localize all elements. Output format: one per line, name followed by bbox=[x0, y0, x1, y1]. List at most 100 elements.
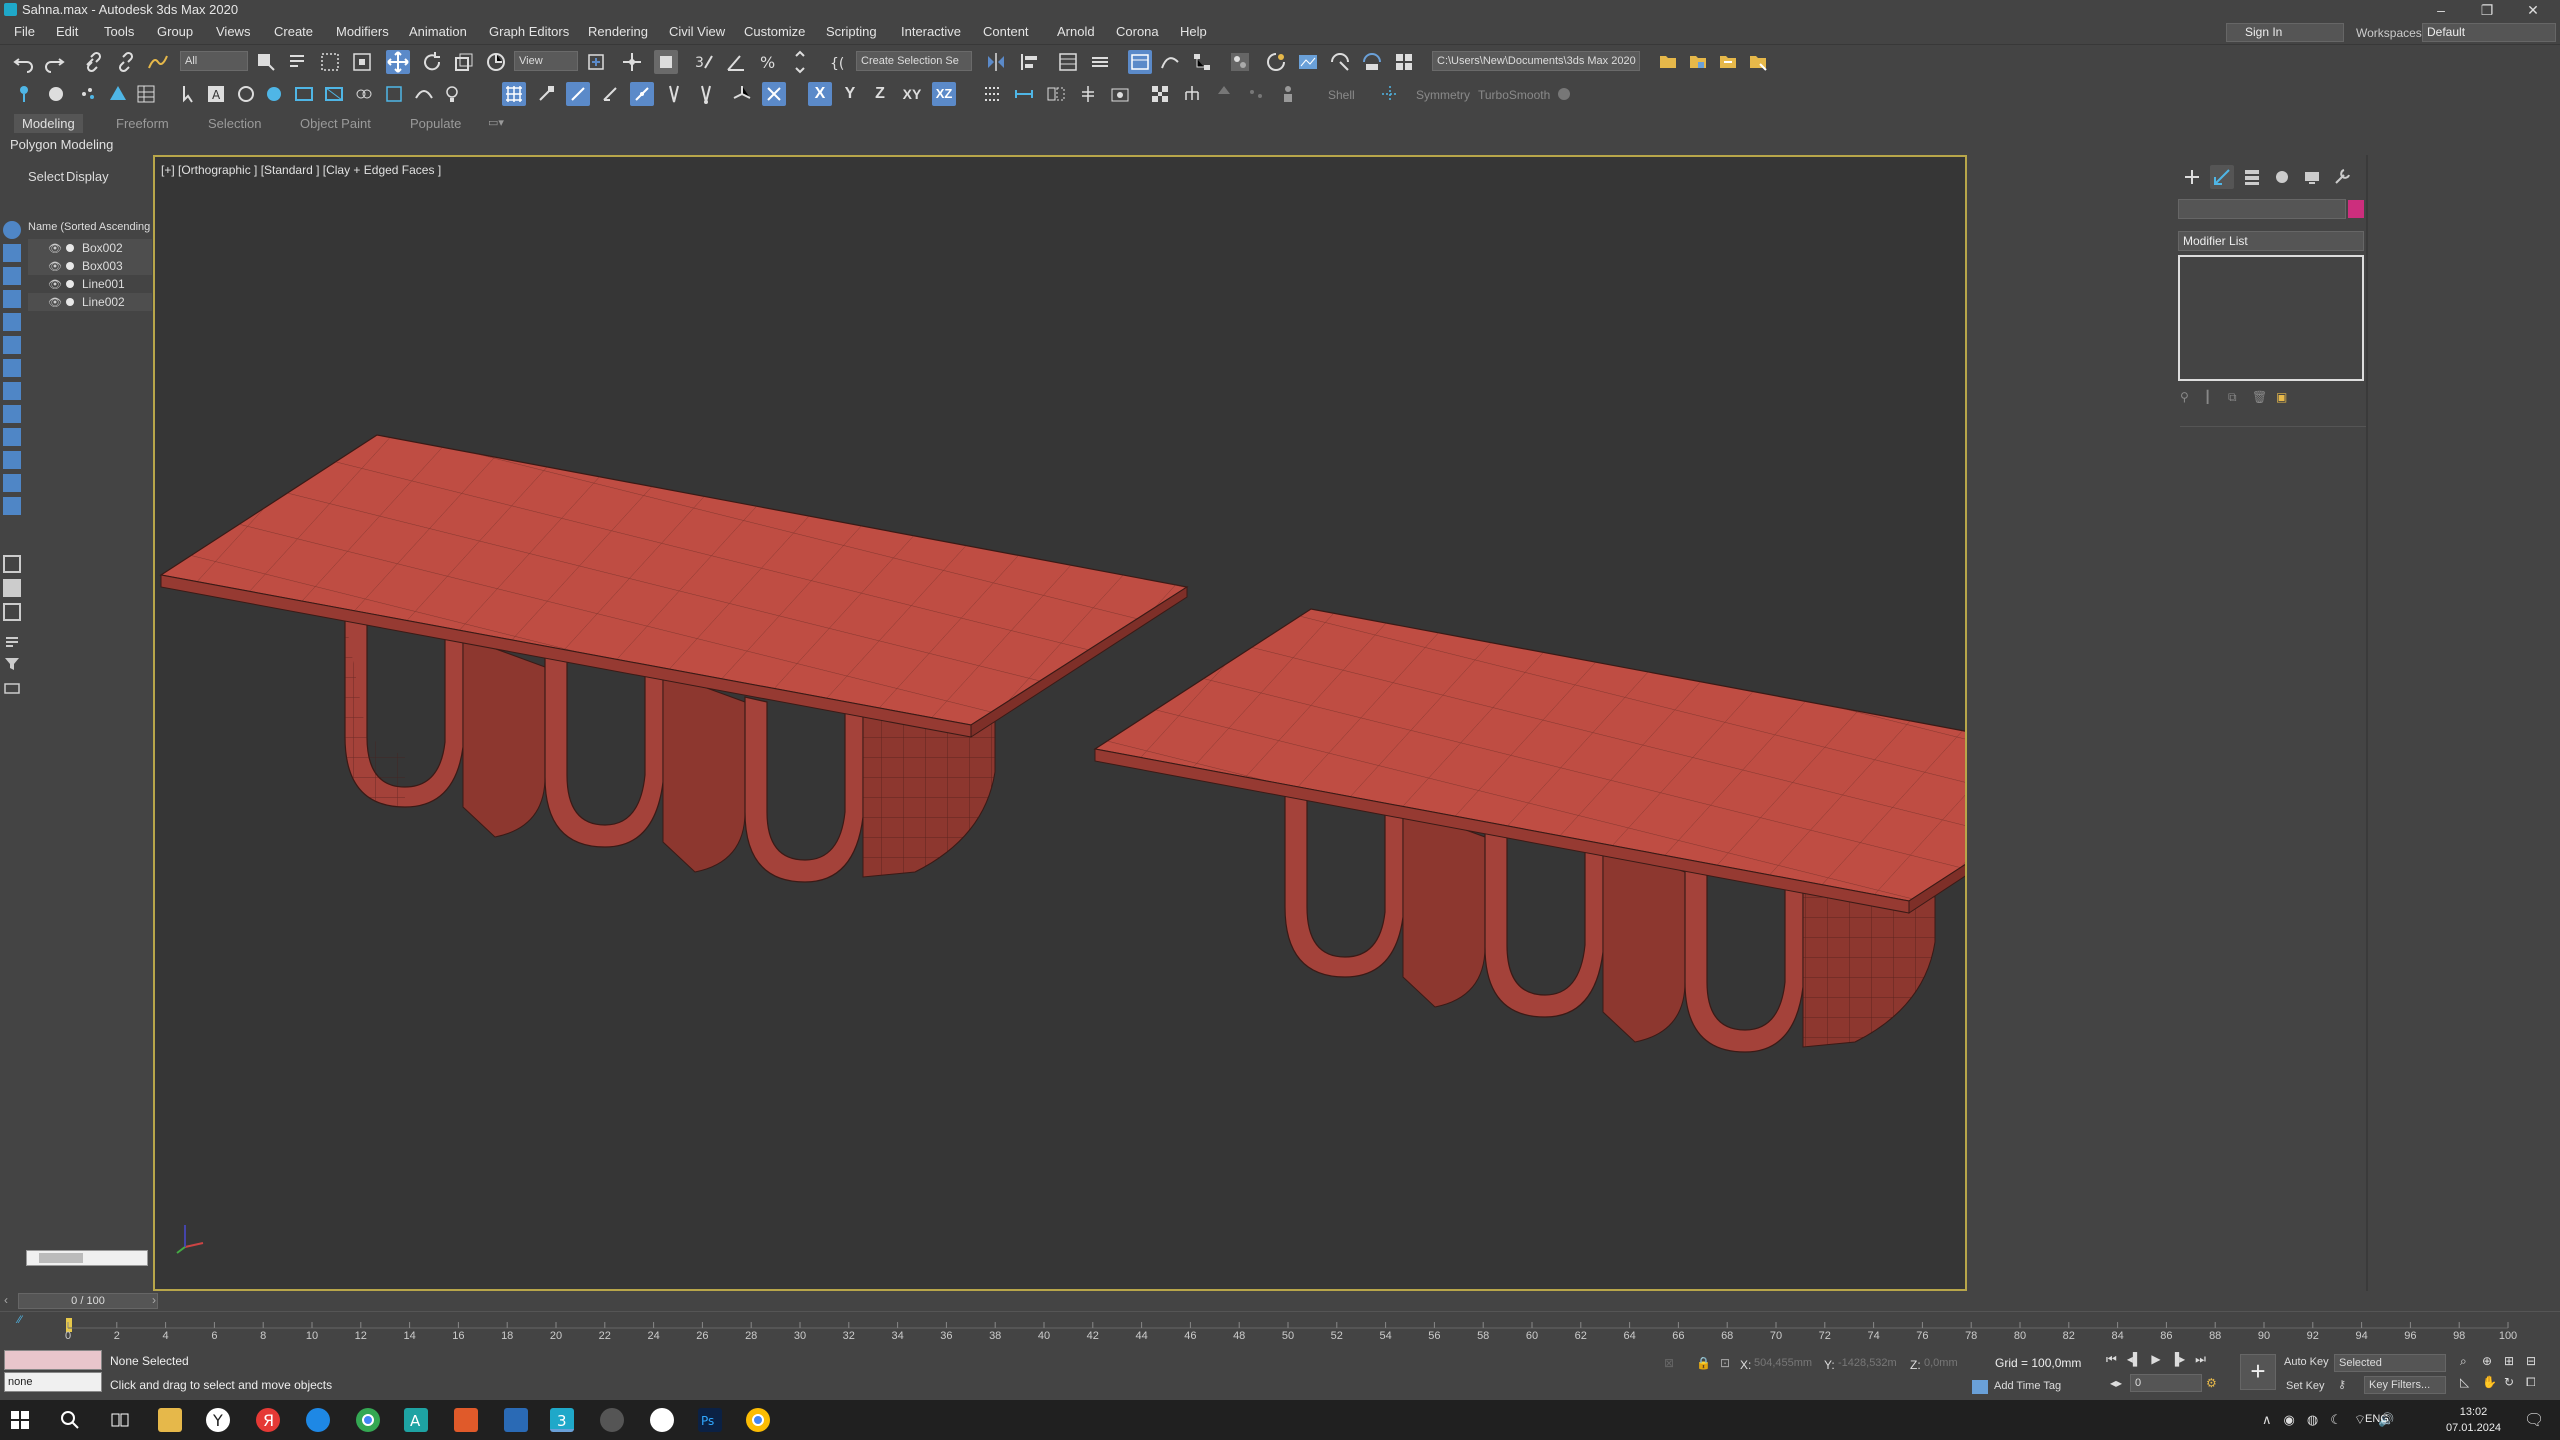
ribbon-tab-selection[interactable]: Selection bbox=[208, 116, 261, 131]
restore-button[interactable]: ❐ bbox=[2464, 0, 2510, 20]
pan-view-icon[interactable]: ✋ bbox=[2482, 1375, 2504, 1390]
snap-midpoint-icon[interactable] bbox=[630, 82, 654, 106]
visibility-eye-icon[interactable]: 👁 bbox=[48, 242, 62, 255]
configure-modifier-sets-icon[interactable]: ▣ bbox=[2276, 390, 2290, 404]
bind-space-warp-icon[interactable] bbox=[146, 50, 170, 74]
select-and-move-icon[interactable] bbox=[386, 50, 410, 74]
ribbon-options-icon[interactable]: ▭▾ bbox=[488, 116, 504, 129]
ribbon-tab-modeling[interactable]: Modeling bbox=[14, 114, 83, 133]
project-open-icon[interactable] bbox=[1656, 50, 1680, 74]
display-bones-icon[interactable] bbox=[3, 428, 21, 446]
show-end-result-icon[interactable]: ┃ bbox=[2204, 390, 2218, 404]
app-icon-colorful[interactable] bbox=[454, 1408, 478, 1432]
close-button[interactable]: ✕ bbox=[2510, 0, 2556, 20]
menu-animation[interactable]: Animation bbox=[409, 24, 467, 39]
display-containers-icon[interactable] bbox=[3, 451, 21, 469]
file-explorer-icon[interactable] bbox=[158, 1408, 182, 1432]
autocad-icon[interactable]: A bbox=[404, 1408, 428, 1432]
snap-pivot-icon[interactable] bbox=[662, 82, 686, 106]
scrollbar-thumb[interactable] bbox=[39, 1253, 83, 1263]
display-shapes-icon[interactable] bbox=[3, 267, 21, 285]
redo-icon[interactable] bbox=[42, 50, 66, 74]
scene-object-row[interactable]: 👁 Line002 bbox=[28, 293, 152, 311]
toggle-scene-explorer-icon[interactable] bbox=[1056, 50, 1080, 74]
key-mode-toggle-icon[interactable]: ◂▸ bbox=[2110, 1376, 2122, 1390]
app-icon-white[interactable] bbox=[650, 1408, 674, 1432]
display-spacewarps-icon[interactable] bbox=[3, 359, 21, 377]
checker-icon[interactable] bbox=[1148, 82, 1172, 106]
schematic-view-icon[interactable] bbox=[1190, 50, 1214, 74]
display-frozen-icon[interactable] bbox=[3, 474, 21, 492]
maximize-viewport-icon[interactable]: ⧠ bbox=[2526, 1375, 2548, 1390]
maxscript-listener-output[interactable] bbox=[4, 1350, 102, 1370]
explorer-options-icon[interactable] bbox=[3, 679, 21, 697]
menu-edit[interactable]: Edit bbox=[56, 24, 78, 39]
particle-icon[interactable] bbox=[76, 82, 100, 106]
symmetry-label[interactable]: Symmetry bbox=[1416, 88, 1470, 102]
axis-z-button[interactable]: Z bbox=[868, 82, 892, 106]
spacing-tool-icon[interactable] bbox=[1012, 82, 1036, 106]
axis-y-button[interactable]: Y bbox=[838, 82, 862, 106]
selection-filter-dropdown[interactable]: All bbox=[180, 51, 248, 71]
display-xrefs-icon[interactable] bbox=[3, 405, 21, 423]
ribbon-tab-object-paint[interactable]: Object Paint bbox=[300, 116, 371, 131]
time-slider-prev-icon[interactable]: ‹ bbox=[4, 1293, 8, 1307]
time-slider[interactable]: ‹ 0 / 100 › bbox=[0, 1291, 2560, 1311]
visibility-eye-icon[interactable]: 👁 bbox=[48, 260, 62, 273]
toggle-layer-explorer-icon[interactable] bbox=[1088, 50, 1112, 74]
select-and-place-icon[interactable] bbox=[484, 50, 508, 74]
hierarchy-icon[interactable] bbox=[1180, 82, 1204, 106]
input-language[interactable]: ENG bbox=[2365, 1413, 2389, 1425]
project-folder-dropdown[interactable]: C:\Users\New\Documents\3ds Max 2020 bbox=[1432, 51, 1640, 71]
arrow-cursor-icon[interactable] bbox=[176, 82, 200, 106]
time-slider-handle[interactable]: 0 / 100 bbox=[18, 1293, 158, 1309]
menu-interactive[interactable]: Interactive bbox=[901, 24, 961, 39]
auto-key-button[interactable]: Auto Key bbox=[2284, 1356, 2329, 1368]
visibility-eye-icon[interactable]: 👁 bbox=[48, 296, 62, 309]
display-none-toggle-icon[interactable] bbox=[3, 579, 21, 597]
reference-coordinate-dropdown[interactable]: View bbox=[514, 51, 578, 71]
link-chain-icon[interactable] bbox=[352, 82, 376, 106]
notifications-icon[interactable]: 🗨 bbox=[2524, 1410, 2544, 1430]
hierarchy-tab-icon[interactable] bbox=[2240, 165, 2264, 189]
bulb-icon[interactable] bbox=[440, 82, 464, 106]
yandex-browser-icon[interactable]: Я bbox=[256, 1408, 280, 1432]
time-tag-icon[interactable] bbox=[1972, 1380, 1988, 1394]
minimize-button[interactable]: – bbox=[2418, 0, 2464, 20]
display-cameras-icon[interactable] bbox=[3, 313, 21, 331]
angle-snap-icon[interactable] bbox=[724, 50, 748, 74]
curve-editor-icon[interactable] bbox=[1158, 50, 1182, 74]
set-key-button[interactable]: Set Key bbox=[2286, 1380, 2325, 1392]
search-icon[interactable] bbox=[58, 1408, 82, 1432]
task-view-icon[interactable] bbox=[108, 1408, 132, 1432]
display-helpers-icon[interactable] bbox=[3, 336, 21, 354]
project-icon-3[interactable] bbox=[1716, 50, 1740, 74]
menu-scripting[interactable]: Scripting bbox=[826, 24, 877, 39]
z-coordinate-field[interactable]: 0,0mm bbox=[1924, 1354, 1984, 1372]
time-configuration-icon[interactable]: ⚙ bbox=[2206, 1376, 2217, 1390]
pin-icon[interactable] bbox=[12, 82, 36, 106]
unlink-icon[interactable] bbox=[114, 50, 138, 74]
quick-align-icon[interactable] bbox=[1076, 82, 1100, 106]
menu-modifiers[interactable]: Modifiers bbox=[336, 24, 389, 39]
transform-gizmo-icon[interactable] bbox=[730, 82, 754, 106]
axis-x-button[interactable]: X bbox=[808, 82, 832, 106]
render-setup-icon[interactable] bbox=[1264, 50, 1288, 74]
modify-tab-icon[interactable] bbox=[2210, 165, 2234, 189]
display-groups-icon[interactable] bbox=[3, 382, 21, 400]
axis-xz-button[interactable]: XZ bbox=[932, 82, 956, 106]
particle-view-icon[interactable] bbox=[1244, 82, 1268, 106]
mirror-icon[interactable] bbox=[984, 50, 1008, 74]
menu-views[interactable]: Views bbox=[216, 24, 250, 39]
menu-corona[interactable]: Corona bbox=[1116, 24, 1159, 39]
light-icon[interactable] bbox=[106, 82, 130, 106]
menu-arnold[interactable]: Arnold bbox=[1057, 24, 1095, 39]
rectangular-selection-icon[interactable] bbox=[318, 50, 342, 74]
array-icon[interactable] bbox=[980, 82, 1004, 106]
app-icon-blue[interactable] bbox=[504, 1408, 528, 1432]
pivot-center-icon[interactable] bbox=[584, 50, 608, 74]
key-mode-dropdown[interactable]: Selected bbox=[2334, 1354, 2446, 1372]
axis-constraint-icon[interactable] bbox=[762, 82, 786, 106]
render-in-cloud-icon[interactable] bbox=[1392, 50, 1416, 74]
undo-icon[interactable] bbox=[12, 50, 36, 74]
